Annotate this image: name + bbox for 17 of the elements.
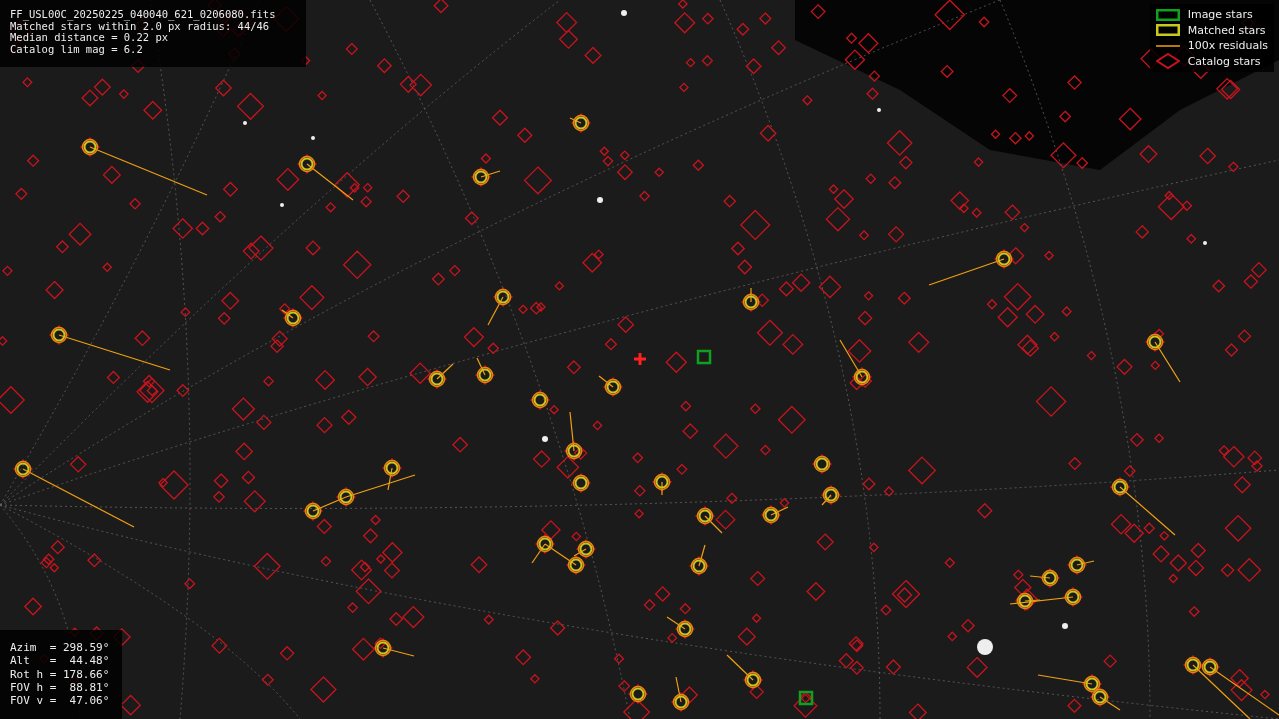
info-text: FF_USL00C_20250225_040040_621_0206080.fits (10, 9, 277, 21)
legend-label: 100x residuals (1187, 39, 1268, 53)
pointing-text: FOV h = 88.81° (10, 680, 111, 695)
rectangle-icon (1155, 24, 1180, 37)
pointing-text: Rot h = 178.66° (10, 667, 111, 681)
info-text: Median distance = 0.22 px (10, 32, 169, 44)
legend-label: Catalog stars (1187, 54, 1261, 68)
pointing-text: Azim = 298.59° (10, 641, 111, 655)
rectangle-icon (1155, 8, 1180, 21)
info-text: Matched stars within 2.0 px radius: 44/46 (10, 20, 270, 32)
legend-label: Matched stars (1187, 23, 1266, 37)
pointing-text: Alt = 44.48° (10, 654, 111, 668)
diamond-icon (1155, 53, 1180, 70)
info-text: Catalog lim mag = 6.2 (10, 43, 144, 55)
legend-label: Image stars (1187, 8, 1253, 22)
pointing-text: FOV v = 47.06° (10, 694, 111, 708)
residual-line-icon (1155, 44, 1180, 47)
